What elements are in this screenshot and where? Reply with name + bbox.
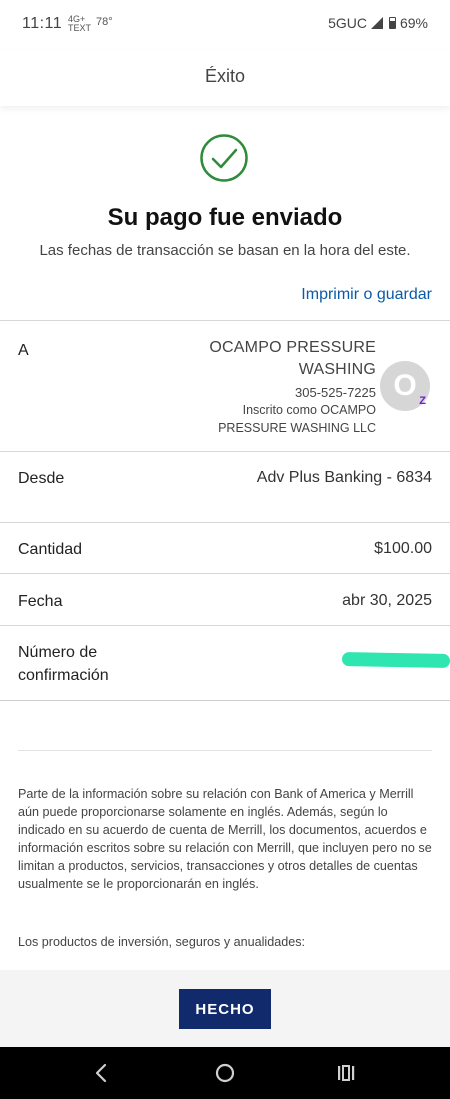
notification-icon: 4G+ TEXT	[68, 14, 92, 33]
system-navigation-bar	[0, 1047, 450, 1099]
from-account: Adv Plus Banking - 6834	[256, 469, 432, 486]
from-label: Desde	[18, 470, 65, 487]
amount-label: Cantidad	[18, 541, 83, 558]
page-title: Éxito	[204, 66, 246, 86]
disclaimer-paragraph: Los productos de inversión, seguros y an…	[18, 935, 306, 949]
disclaimer-paragraph: Parte de la información sobre su relació…	[18, 787, 432, 891]
battery-level: 69%	[399, 15, 428, 31]
payee-phone: 305-525-7225	[295, 385, 376, 400]
signal-icon	[370, 17, 383, 29]
weather-temperature: 78°	[96, 16, 113, 28]
date-value: abr 30, 2025	[342, 592, 432, 609]
network-type: 5GUC	[328, 15, 367, 31]
check-circle-icon	[200, 134, 248, 182]
battery-icon	[388, 17, 396, 29]
zelle-badge-icon: Z	[419, 395, 426, 407]
recents-icon[interactable]	[331, 1059, 361, 1087]
divider	[18, 750, 432, 751]
divider	[0, 700, 450, 701]
confirmation-number-redaction	[341, 652, 450, 668]
status-time: 11:11	[22, 15, 63, 32]
divider	[0, 451, 450, 452]
status-bar: 11:11 4G+ TEXT 78° 5GUC 69%	[0, 0, 450, 50]
payee-enrolled-line2: PRESSURE WASHING LLC	[218, 421, 376, 435]
divider	[0, 320, 450, 321]
footer: HECHO	[0, 970, 450, 1047]
to-label: A	[18, 342, 29, 359]
divider	[0, 625, 450, 626]
success-subtitle: Las fechas de transacción se basan en la…	[39, 242, 411, 259]
status-indicators: 5GUC 69%	[328, 15, 428, 31]
confirmation-label-line1: Número de	[18, 644, 98, 661]
print-or-save-link[interactable]: Imprimir o guardar	[301, 286, 432, 304]
success-title: Su pago fue enviado	[107, 204, 343, 231]
divider	[0, 522, 450, 523]
divider	[0, 573, 450, 574]
payee-name-line1: OCAMPO PRESSURE	[209, 339, 376, 356]
page-header: Éxito	[0, 50, 450, 106]
amount-value: $100.00	[374, 540, 432, 557]
back-icon[interactable]	[87, 1059, 117, 1087]
payee-info: OCAMPO PRESSURE WASHING 305-525-7225 Ins…	[176, 337, 376, 437]
done-button[interactable]: HECHO	[179, 989, 271, 1029]
payee-name-line2: WASHING	[298, 361, 376, 378]
date-label: Fecha	[18, 593, 63, 610]
confirmation-label-line2: confirmación	[18, 667, 109, 684]
home-icon[interactable]	[210, 1059, 240, 1087]
payee-enrolled-line1: Inscrito como OCAMPO	[242, 403, 376, 417]
